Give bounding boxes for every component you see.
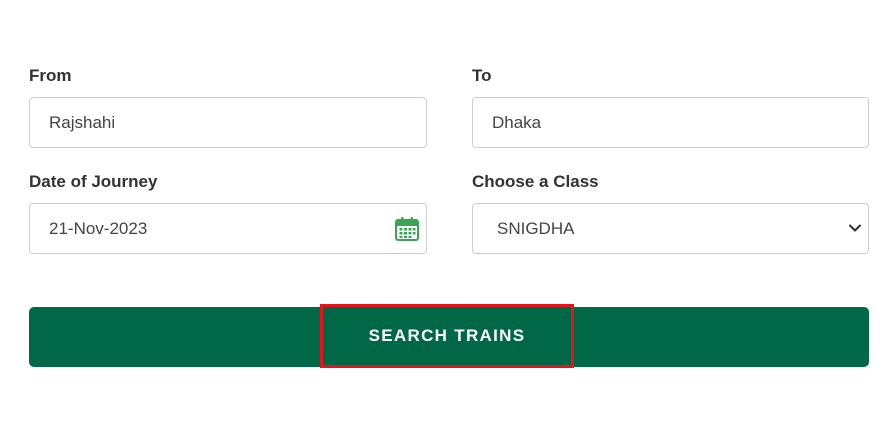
class-select-value: SNIGDHA: [497, 219, 575, 238]
from-input-value: Rajshahi: [49, 113, 116, 132]
train-search-form: From Rajshahi To Dhaka Date of Journey 2…: [0, 0, 891, 448]
from-label: From: [29, 66, 72, 85]
chevron-down-icon: [849, 224, 861, 232]
date-label: Date of Journey: [29, 172, 158, 191]
calendar-icon[interactable]: [394, 216, 420, 242]
search-trains-button[interactable]: SEARCH TRAINS: [320, 304, 574, 368]
to-input-value: Dhaka: [492, 113, 542, 132]
date-input[interactable]: 21-Nov-2023: [29, 203, 427, 254]
from-input[interactable]: Rajshahi: [29, 97, 427, 148]
class-select[interactable]: SNIGDHA: [472, 203, 869, 254]
date-input-value: 21-Nov-2023: [49, 219, 148, 238]
class-label: Choose a Class: [472, 172, 599, 191]
to-label: To: [472, 66, 492, 85]
to-input[interactable]: Dhaka: [472, 97, 869, 148]
